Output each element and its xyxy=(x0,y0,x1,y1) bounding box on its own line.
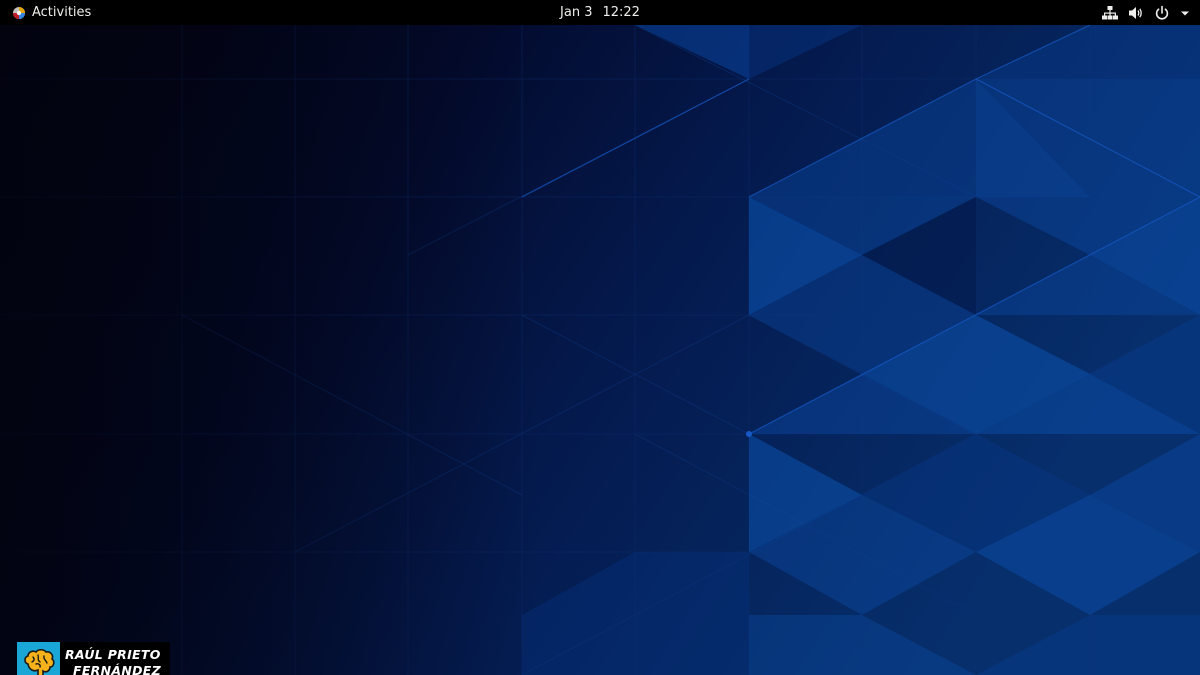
desktop[interactable]: RAÚL PRIETO FERNÁNDEZ xyxy=(0,25,1200,675)
watermark-line-1: RAÚL PRIETO xyxy=(65,647,161,662)
clock-date: Jan 3 xyxy=(560,5,593,20)
network-wired-icon xyxy=(1102,5,1118,19)
watermark-logo: RAÚL PRIETO FERNÁNDEZ xyxy=(17,642,170,675)
dropdown-arrow-icon xyxy=(1181,11,1189,15)
watermark-emblem xyxy=(17,642,60,675)
clock-time: 12:22 xyxy=(602,5,640,20)
volume-icon xyxy=(1129,6,1142,19)
brain-icon xyxy=(23,648,55,675)
watermark-line-2: FERNÁNDEZ xyxy=(73,663,161,675)
clock-button[interactable]: Jan 3 12:22 xyxy=(554,5,646,20)
screen: Activities Jan 3 12:22 RAÚL PRIETO FERNÁ… xyxy=(0,0,1200,675)
activities-button[interactable]: Activities xyxy=(8,0,95,25)
activities-label: Activities xyxy=(32,5,92,20)
power-icon xyxy=(1155,5,1169,20)
activities-icon xyxy=(13,6,25,19)
wallpaper xyxy=(0,25,1200,675)
system-status-menu[interactable] xyxy=(1102,0,1190,25)
top-bar: Activities Jan 3 12:22 xyxy=(0,0,1200,25)
